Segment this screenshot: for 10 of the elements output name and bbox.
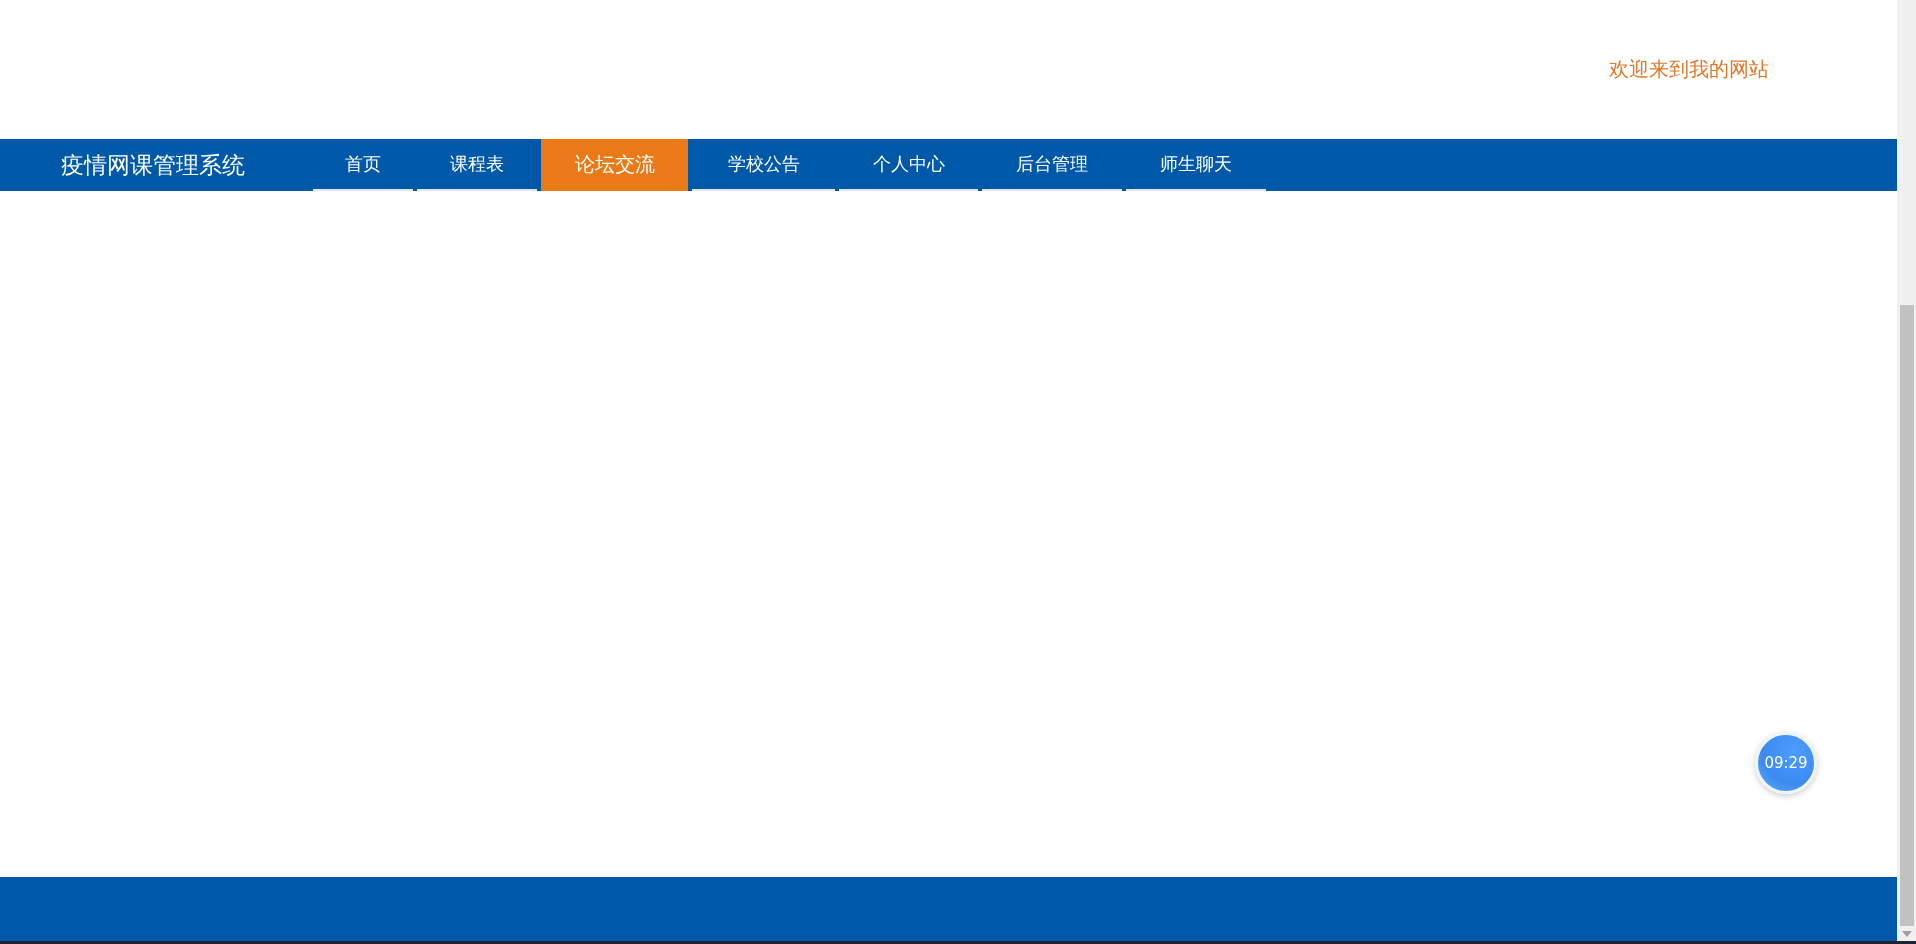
nav-tab[interactable]: 后台管理 (982, 139, 1122, 191)
nav-tab[interactable]: 学校公告 (692, 139, 835, 191)
welcome-text: 欢迎来到我的网站 (1609, 56, 1769, 83)
nav-tab[interactable]: 个人中心 (839, 139, 978, 191)
scroll-down-arrow-icon[interactable] (1901, 931, 1912, 937)
nav-tab[interactable]: 课程表 (417, 139, 537, 191)
site-title: 疫情网课管理系统 (60, 150, 246, 180)
nav-tab[interactable]: 师生聊天 (1126, 139, 1266, 191)
scrollbar[interactable] (1897, 0, 1916, 941)
nav-tab[interactable]: 首页 (313, 139, 413, 191)
